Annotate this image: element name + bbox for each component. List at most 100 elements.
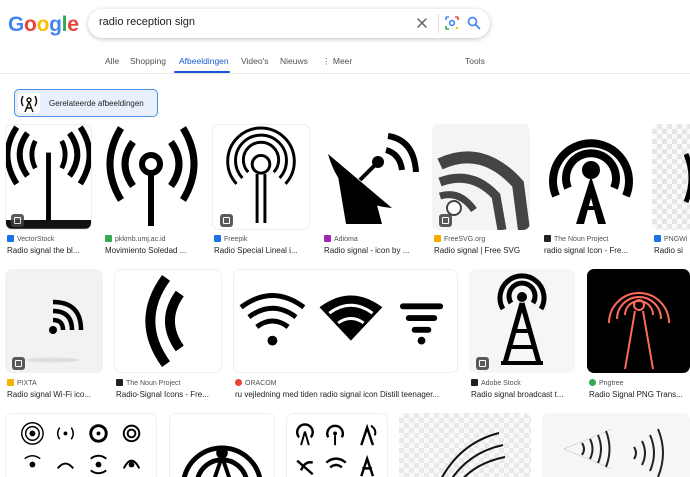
result-source: pkkmb.umj.ac.id <box>105 235 201 243</box>
google-lens-icon[interactable] <box>444 15 460 31</box>
result-source: The Noun Project <box>116 379 222 387</box>
image-badge-icon <box>12 357 25 370</box>
result-title[interactable]: Radio si <box>654 246 690 255</box>
radio-tower-image <box>181 445 263 477</box>
result-title[interactable]: radio signal Icon - Fre... <box>544 246 640 255</box>
favicon-icon <box>434 235 441 242</box>
result-thumbnail[interactable] <box>114 269 222 373</box>
result-thumbnail[interactable] <box>587 269 690 373</box>
tab-videos[interactable]: Video's <box>241 56 268 66</box>
wifi-icons-image <box>239 293 444 346</box>
result-thumbnail[interactable] <box>542 124 640 230</box>
tab-news[interactable]: Nieuws <box>280 56 308 66</box>
search-box[interactable]: radio reception sign <box>88 9 490 38</box>
google-logo[interactable]: Google <box>8 13 79 37</box>
radio-wave-image <box>145 274 184 368</box>
logo-letter: G <box>8 13 25 36</box>
result-title[interactable]: Radio signal | Free SVG <box>434 246 530 255</box>
result-thumbnail[interactable] <box>103 124 201 230</box>
result-title[interactable]: Radio Signal PNG Trans... <box>589 390 690 399</box>
image-badge-icon <box>220 214 233 227</box>
result-thumbnail[interactable] <box>652 124 690 230</box>
image-badge-icon <box>11 214 24 227</box>
result-source: PIXTA <box>7 379 103 387</box>
logo-letter: e <box>67 13 79 36</box>
favicon-icon <box>235 379 242 386</box>
radio-wave-image <box>106 126 198 226</box>
search-icon[interactable] <box>466 15 482 31</box>
favicon-icon <box>324 235 331 242</box>
radio-wave-image <box>683 153 690 203</box>
favicon-icon <box>105 235 112 242</box>
favicon-icon <box>7 235 14 242</box>
image-badge-icon <box>439 214 452 227</box>
result-source: Adioma <box>324 235 420 243</box>
broadcast-tower-image <box>549 139 633 224</box>
result-source: Pngtree <box>589 379 690 387</box>
related-images-button[interactable]: Gerelateerde afbeeldingen <box>14 89 158 117</box>
result-title[interactable]: Radio signal - icon by ... <box>324 246 420 255</box>
source-name: Adobe Stock <box>481 380 521 387</box>
source-name: The Noun Project <box>554 236 609 243</box>
source-name: Pngtree <box>599 380 624 387</box>
result-title[interactable]: Radio-Signal Icons - Fre... <box>116 390 222 399</box>
signal-icons-image <box>21 422 141 475</box>
result-source: PNGWi <box>654 235 690 243</box>
result-source: ORACOM <box>235 379 458 387</box>
source-name: VectorStock <box>17 236 55 243</box>
result-source: FreeSVG.org <box>434 235 530 243</box>
signal-icon-set-image <box>296 423 377 477</box>
result-title[interactable]: Radio signal the bl... <box>7 246 94 255</box>
tab-more[interactable]: ⋮ Meer <box>322 56 352 67</box>
result-source: The Noun Project <box>544 235 640 243</box>
search-input[interactable]: radio reception sign <box>99 16 195 28</box>
tab-all[interactable]: Alle <box>105 56 119 66</box>
logo-letter: g <box>49 13 62 36</box>
search-tabs: Alle Shopping Afbeeldingen Video's Nieuw… <box>0 53 690 73</box>
result-title[interactable]: Movimiento Soledad ... <box>105 246 201 255</box>
result-thumbnail[interactable] <box>286 413 388 477</box>
result-thumbnail[interactable] <box>233 269 458 373</box>
result-thumbnail[interactable] <box>5 413 157 477</box>
divider <box>438 14 439 33</box>
favicon-icon <box>7 379 14 386</box>
source-name: ORACOM <box>245 380 277 387</box>
favicon-icon <box>471 379 478 386</box>
favicon-icon <box>214 235 221 242</box>
result-thumbnail[interactable] <box>542 413 690 477</box>
broadcast-waves-image <box>563 428 664 477</box>
result-thumbnail[interactable] <box>322 124 420 230</box>
favicon-icon <box>654 235 661 242</box>
source-name: Adioma <box>334 236 358 243</box>
source-name: PNGWi <box>664 236 688 243</box>
result-source: Adobe Stock <box>471 379 575 387</box>
result-thumbnail[interactable] <box>399 413 531 477</box>
satellite-dish-image <box>328 133 419 224</box>
favicon-icon <box>116 379 123 386</box>
source-name: PIXTA <box>17 380 37 387</box>
clear-icon[interactable] <box>414 15 430 31</box>
favicon-icon <box>544 235 551 242</box>
result-title[interactable]: Radio signal broadcast t... <box>471 390 575 399</box>
source-name: pkkmb.umj.ac.id <box>115 236 166 243</box>
result-title[interactable]: Radio signal Wi-Fi ico... <box>7 390 103 399</box>
result-title[interactable]: ru vejledning med tiden radio signal ico… <box>235 390 458 399</box>
tools-button[interactable]: Tools <box>465 56 485 66</box>
divider <box>0 73 690 74</box>
favicon-icon <box>589 379 596 386</box>
image-badge-icon <box>476 357 489 370</box>
radio-tower-icon <box>18 93 40 113</box>
result-source: Freepik <box>214 235 310 243</box>
logo-letter: o <box>36 13 50 36</box>
source-name: Freepik <box>224 236 248 243</box>
related-images-label: Gerelateerde afbeeldingen <box>49 99 144 108</box>
radio-wave-image <box>441 432 506 477</box>
logo-letter: o <box>24 13 37 36</box>
result-thumbnail[interactable] <box>169 413 275 477</box>
source-name: FreeSVG.org <box>444 236 486 243</box>
result-title[interactable]: Radio Special Lineal i... <box>214 246 310 255</box>
source-name: The Noun Project <box>126 380 181 387</box>
tab-shopping[interactable]: Shopping <box>130 56 166 66</box>
result-source: VectorStock <box>7 235 94 243</box>
tab-images[interactable]: Afbeeldingen <box>179 56 229 66</box>
